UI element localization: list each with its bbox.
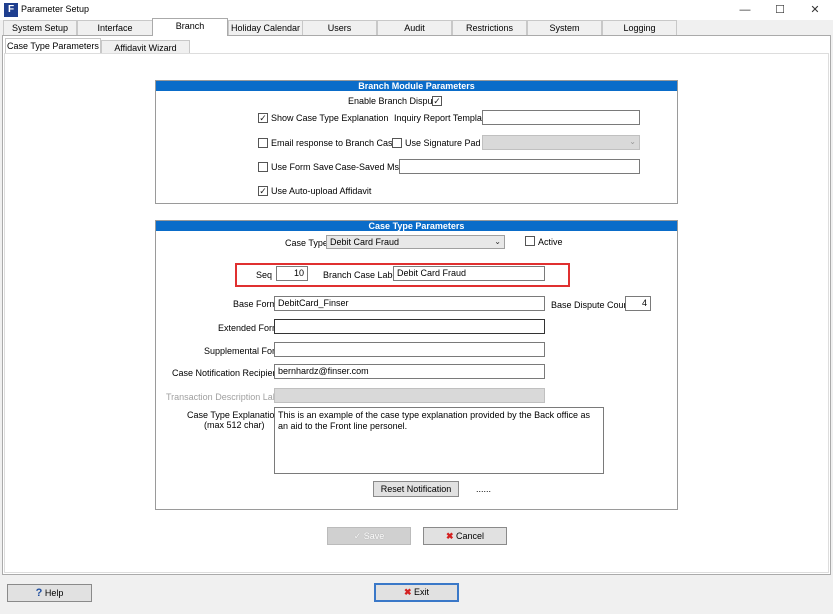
seq-label: Seq — [256, 270, 273, 280]
branch-case-label-input[interactable]: Debit Card Fraud — [393, 266, 545, 281]
tab-users[interactable]: Users — [302, 20, 377, 35]
chevron-down-icon: ⌄ — [494, 237, 501, 246]
close-icon[interactable]: ✕ — [799, 0, 831, 20]
maximize-icon[interactable]: ☐ — [764, 0, 796, 20]
subtab-case-type-parameters[interactable]: Case Type Parameters — [5, 38, 101, 53]
help-button[interactable]: ? Help — [7, 584, 92, 602]
base-form-input[interactable]: DebitCard_Finser — [274, 296, 545, 311]
case-notification-recipients-input[interactable]: bernhardz@finser.com — [274, 364, 545, 379]
enable-branch-dispute-checkbox[interactable]: ✓ — [432, 96, 442, 106]
branch-case-label-label: Branch Case Label — [323, 270, 400, 280]
tab-restrictions[interactable]: Restrictions — [452, 20, 527, 35]
tab-audit[interactable]: Audit — [377, 20, 452, 35]
cancel-button[interactable]: ✖ Cancel — [423, 527, 507, 545]
case-type-explanation-label: Case Type Explanation — [187, 410, 280, 420]
exit-button[interactable]: ✖ Exit — [374, 583, 459, 602]
inquiry-report-template-label: Inquiry Report Template — [394, 113, 490, 123]
chevron-down-icon: ⌄ — [629, 137, 636, 146]
extended-form-label: Extended Form — [218, 323, 280, 333]
signature-pad-select[interactable]: ⌄ — [482, 135, 640, 150]
tab-interface[interactable]: Interface — [77, 20, 153, 35]
tab-system[interactable]: System — [527, 20, 602, 35]
title-bar: F Parameter Setup — ☐ ✕ — [0, 0, 833, 20]
enable-branch-dispute-label: Enable Branch Dispute — [348, 96, 441, 106]
inquiry-report-template-input[interactable] — [482, 110, 640, 125]
minimize-icon[interactable]: — — [729, 0, 761, 20]
email-response-label: Email response to Branch Case — [271, 138, 398, 148]
case-type-explanation-textarea[interactable]: This is an example of the case type expl… — [274, 407, 604, 474]
use-form-save-label: Use Form Save — [271, 162, 334, 172]
question-icon: ? — [35, 587, 43, 599]
app-icon: F — [4, 3, 18, 17]
x-icon: ✖ — [403, 587, 412, 597]
transaction-description-input — [274, 388, 545, 403]
tab-system-setup[interactable]: System Setup — [3, 20, 77, 35]
use-signature-pad-label: Use Signature Pad — [405, 138, 481, 148]
use-auto-upload-affidavit-label: Use Auto-upload Affidavit — [271, 186, 372, 196]
x-icon: ✖ — [445, 531, 454, 541]
seq-input[interactable]: 10 — [276, 266, 308, 281]
save-button[interactable]: ✓ Save — [327, 527, 411, 545]
case-saved-msg-label: Case-Saved Msg — [335, 162, 405, 172]
tab-logging[interactable]: Logging — [602, 20, 677, 35]
reset-notification-button[interactable]: Reset Notification — [373, 481, 459, 497]
check-icon: ✓ — [259, 113, 267, 123]
email-response-checkbox[interactable] — [258, 138, 268, 148]
active-checkbox[interactable] — [525, 236, 535, 246]
notification-dots: ...... — [476, 484, 492, 494]
check-icon: ✓ — [433, 96, 441, 106]
extended-form-input[interactable] — [274, 319, 545, 334]
supplemental-form-label: Supplemental Form — [204, 346, 283, 356]
use-form-save-checkbox[interactable] — [258, 162, 268, 172]
max-char-label: (max 512 char) — [204, 420, 265, 430]
case-type-select[interactable]: Debit Card Fraud ⌄ — [326, 235, 505, 249]
branch-module-header: Branch Module Parameters — [156, 81, 677, 91]
use-signature-pad-checkbox[interactable] — [392, 138, 402, 148]
window-title: Parameter Setup — [21, 4, 90, 14]
base-form-label: Base Form — [233, 299, 278, 309]
active-label: Active — [538, 237, 563, 247]
base-dispute-count-input[interactable]: 4 — [625, 296, 651, 311]
check-icon: ✓ — [259, 186, 267, 196]
tab-holiday-calendar[interactable]: Holiday Calendar — [228, 20, 303, 35]
case-saved-msg-input[interactable] — [399, 159, 640, 174]
use-auto-upload-affidavit-checkbox[interactable]: ✓ — [258, 186, 268, 196]
check-icon: ✓ — [353, 531, 362, 541]
case-type-header: Case Type Parameters — [156, 221, 677, 231]
base-dispute-count-label: Base Dispute Count — [551, 300, 632, 310]
tab-branch[interactable]: Branch — [152, 18, 228, 36]
supplemental-form-input[interactable] — [274, 342, 545, 357]
transaction-description-label: Transaction Description Label — [166, 392, 285, 402]
show-case-type-explanation-checkbox[interactable]: ✓ — [258, 113, 268, 123]
show-case-type-explanation-label: Show Case Type Explanation — [271, 113, 389, 123]
case-notification-recipients-label: Case Notification Recipients — [172, 368, 285, 378]
case-type-label: Case Type — [285, 238, 328, 248]
